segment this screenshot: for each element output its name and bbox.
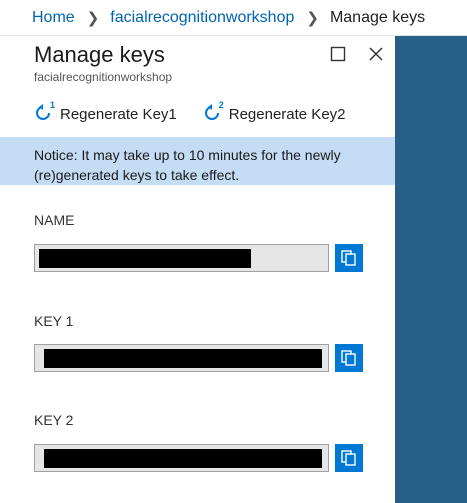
- regenerate-key1-button[interactable]: 1 Regenerate Key1: [34, 100, 177, 124]
- regenerate-key1-label: Regenerate Key1: [60, 105, 177, 123]
- regenerate-key2-label: Regenerate Key2: [228, 105, 346, 123]
- blade-title: Manage keys: [34, 42, 165, 67]
- maximize-icon: [330, 46, 346, 62]
- manage-keys-blade: Manage keys facialrecognitionworkshop 1: [0, 36, 395, 503]
- notice-banner: Notice: It may take up to 10 minutes for…: [0, 137, 395, 185]
- close-button[interactable]: [366, 44, 386, 64]
- key2-badge: 2: [218, 100, 224, 110]
- regenerate-key2-button[interactable]: 2 Regenerate Key2: [203, 100, 346, 124]
- app-root: Home ❯ facialrecognitionworkshop ❯ Manag…: [0, 0, 467, 503]
- breadcrumb: Home ❯ facialrecognitionworkshop ❯ Manag…: [0, 0, 467, 36]
- maximize-button[interactable]: [328, 44, 348, 64]
- copy-icon: [341, 450, 356, 466]
- redacted-value: [44, 349, 322, 368]
- breadcrumb-resource-link[interactable]: facialrecognitionworkshop: [110, 9, 294, 27]
- key2-label: KEY 2: [34, 412, 74, 428]
- copy-name-button[interactable]: [335, 244, 363, 272]
- breadcrumb-home-link[interactable]: Home: [32, 9, 75, 27]
- close-icon: [369, 47, 383, 61]
- key1-badge: 1: [49, 100, 55, 110]
- refresh-icon: 2: [203, 100, 224, 124]
- name-label: NAME: [34, 212, 75, 228]
- breadcrumb-chevron-icon: ❯: [86, 9, 100, 27]
- copy-icon: [341, 250, 356, 266]
- redacted-value: [39, 249, 251, 268]
- breadcrumb-current: Manage keys: [329, 8, 426, 26]
- refresh-icon: 1: [34, 100, 55, 124]
- key1-label: KEY 1: [34, 313, 74, 329]
- breadcrumb-chevron-icon: ❯: [306, 9, 319, 27]
- name-field[interactable]: [34, 244, 329, 272]
- background-panel: [395, 36, 467, 503]
- copy-key1-button[interactable]: [335, 344, 363, 372]
- key2-field[interactable]: [34, 444, 329, 472]
- redacted-value: [44, 449, 322, 468]
- blade-subtitle: facialrecognitionworkshop: [34, 70, 173, 84]
- copy-key2-button[interactable]: [335, 444, 363, 472]
- copy-icon: [341, 350, 356, 366]
- command-bar: 1 Regenerate Key1 2 Regenerate Key2: [34, 100, 346, 126]
- key1-field[interactable]: [34, 344, 329, 372]
